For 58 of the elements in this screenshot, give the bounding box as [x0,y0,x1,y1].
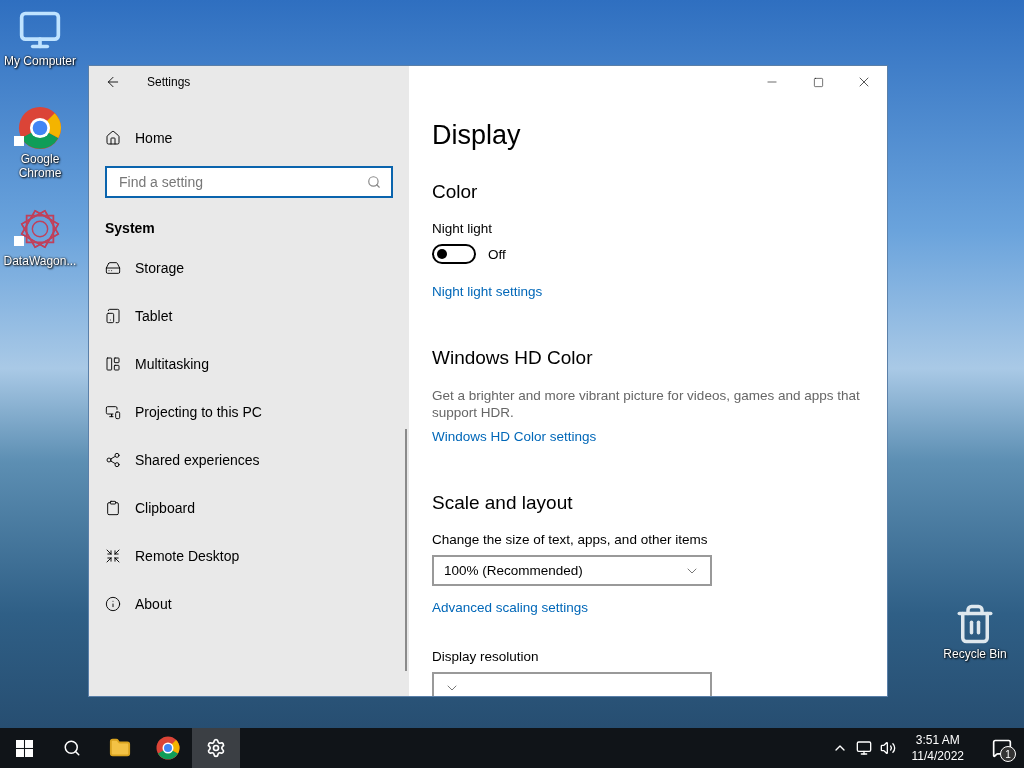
back-button[interactable] [105,74,121,90]
setting-label: Display resolution [432,649,540,664]
nav-item[interactable]: Home [105,114,393,162]
settings-link[interactable]: Windows HD Color settings [432,429,597,444]
maximize-icon [812,76,824,88]
chrome-icon [18,106,62,150]
search-field[interactable]: Find a setting [105,166,393,198]
section-heading: Scale and layout [432,492,574,514]
clock[interactable]: 3:51 AM 11/4/2022 [903,732,972,764]
notification-button[interactable]: 1 [980,728,1024,768]
description-text: Get a brighter and more vibrant picture for videos, games and apps that support HDR. [432,387,861,421]
arrows-icon [105,548,121,564]
toggle-switch[interactable] [432,244,476,264]
toggle-state: Off [488,246,506,262]
search-icon [367,175,381,189]
settings-link[interactable]: Night light settings [432,284,543,299]
settings-icon [206,738,226,758]
desktop-icon-label[interactable]: Recycle Bin [937,647,1013,661]
settings-link[interactable]: Advanced scaling settings [432,600,589,615]
setting-label: Change the size of text, apps, and other items [432,532,709,547]
nav-item[interactable]: Remote Desktop [105,532,393,580]
dropdown[interactable]: 100% (Recommended) [432,555,712,586]
nav-item[interactable]: About [105,580,393,628]
monitor-icon [105,404,121,420]
nav-item[interactable]: Tablet [105,292,393,340]
nav-item[interactable]: Multitasking [105,340,393,388]
share-icon [105,452,121,468]
volume-icon[interactable] [879,740,896,756]
info-icon [105,596,121,612]
scrollbar[interactable] [405,429,407,671]
setting-label: Night light [432,221,494,236]
chrome-icon [156,736,180,760]
nav-item[interactable]: Projecting to this PC [105,388,393,436]
home-icon [105,130,121,146]
search-input[interactable]: Find a setting [117,173,367,191]
nav-item[interactable]: Storage [105,244,393,292]
drive-icon [105,260,121,276]
panels-icon [105,356,121,372]
network-icon[interactable] [855,740,872,756]
tablet-icon [105,308,121,324]
section-heading: Windows HD Color [432,347,594,369]
window-title: Settings [147,75,191,89]
section-heading: Color [432,181,479,203]
time-text: 3:51 AM [915,732,960,748]
folder-icon [109,737,131,759]
nav-item[interactable]: Shared experiences [105,436,393,484]
clipboard-icon [105,500,121,516]
nav-item[interactable]: Clipboard [105,484,393,532]
notification-count: 1 [1000,746,1016,762]
dropdown[interactable] [432,672,712,696]
search-icon [63,739,81,757]
desktop-icon-label[interactable]: My Computer [2,54,78,68]
section-title: System [105,220,156,236]
windows-logo-icon [15,739,33,757]
page-title: Display [432,120,522,151]
taskbar-button[interactable] [192,728,240,768]
date-text: 11/4/2022 [911,748,964,764]
notification-icon [992,738,1012,758]
